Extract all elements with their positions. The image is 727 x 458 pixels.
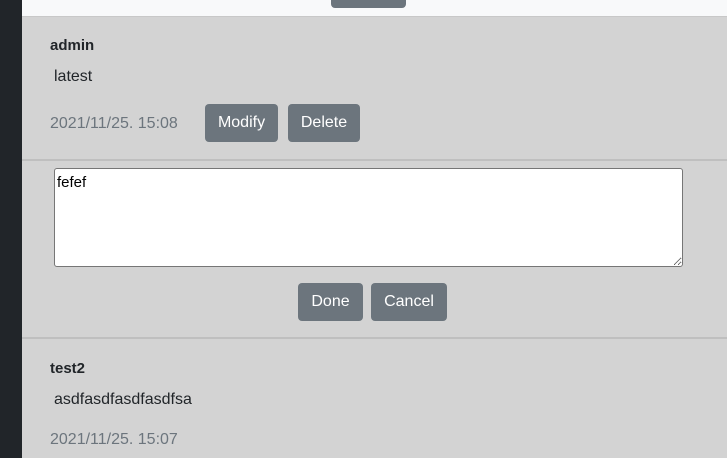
- comment-author: admin: [50, 37, 95, 54]
- edit-comment-textarea[interactable]: fefef: [54, 168, 683, 267]
- cancel-button[interactable]: Cancel: [371, 283, 447, 321]
- top-strip-button[interactable]: [331, 0, 406, 8]
- comment-content: asdfasdfasdfasdfsa: [54, 391, 192, 408]
- delete-button[interactable]: Delete: [288, 104, 360, 142]
- done-button[interactable]: Done: [298, 283, 363, 321]
- comment-timestamp: 2021/11/25. 15:07: [50, 431, 178, 448]
- comment-content: latest: [54, 68, 93, 85]
- comment-timestamp: 2021/11/25. 15:08: [50, 115, 178, 132]
- comment-author: test2: [50, 360, 86, 377]
- top-strip: [22, 0, 727, 17]
- viewport: admin latest 2021/11/25. 15:08 Modify De…: [0, 0, 727, 458]
- comment-item: admin latest 2021/11/25. 15:08 Modify De…: [22, 17, 727, 161]
- modify-button[interactable]: Modify: [205, 104, 278, 142]
- edit-comment-form: fefef Done Cancel: [22, 161, 727, 339]
- comment-item: test2 asdfasdfasdfasdfsa 2021/11/25. 15:…: [22, 339, 727, 458]
- comments-panel: admin latest 2021/11/25. 15:08 Modify De…: [22, 0, 727, 458]
